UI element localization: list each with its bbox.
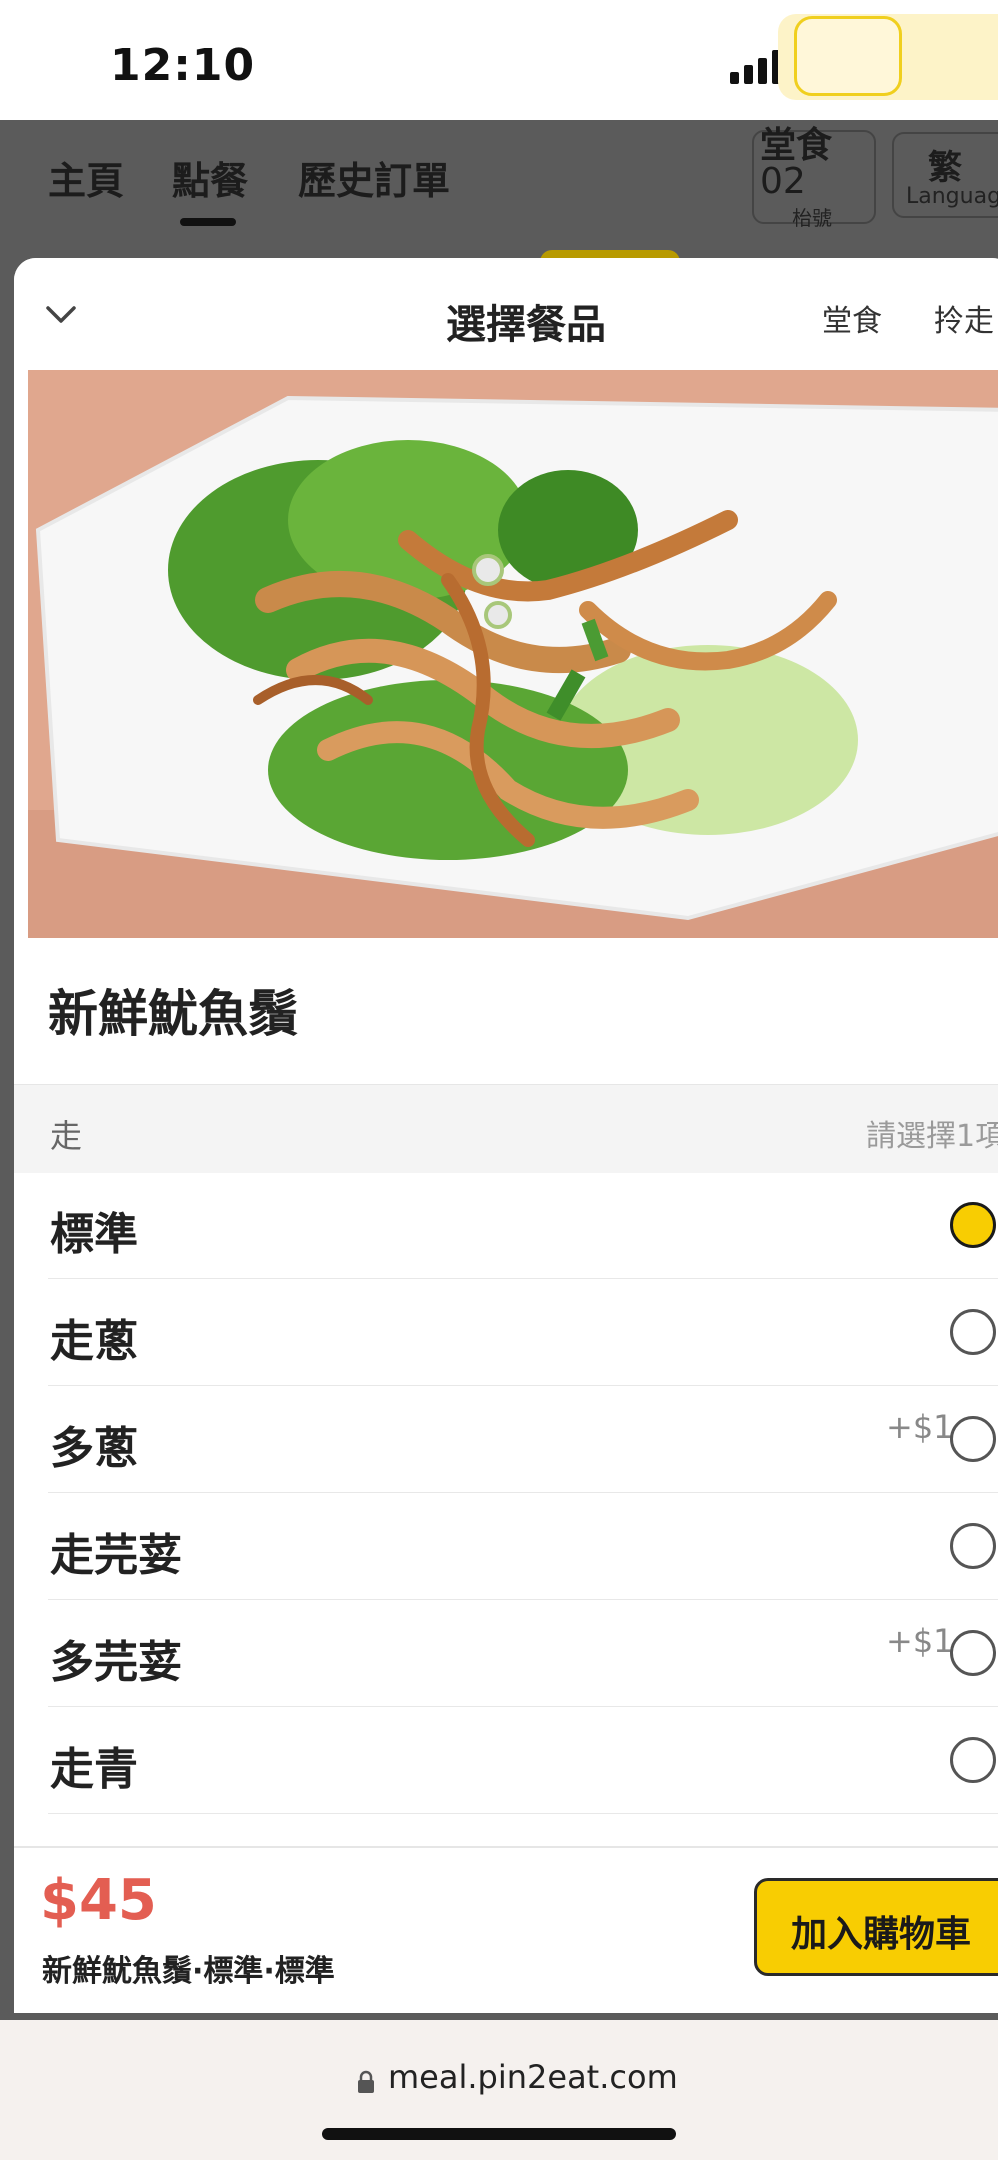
- sheet-title: 選擇餐品: [446, 302, 606, 348]
- home-indicator: [322, 2128, 676, 2140]
- total-price: $45: [40, 1868, 157, 1933]
- radio-button[interactable]: [950, 1737, 996, 1783]
- option-row[interactable]: 多芫荽 +$1: [48, 1600, 998, 1707]
- language-button[interactable]: 繁 Language: [892, 132, 998, 218]
- option-label: 多蔥: [50, 1423, 138, 1474]
- option-price: +$1: [886, 1408, 954, 1446]
- radio-button[interactable]: [950, 1523, 996, 1569]
- status-time: 12:10: [110, 40, 256, 91]
- option-row[interactable]: 多蔥 +$1: [48, 1386, 998, 1493]
- table-label: 枱號: [792, 206, 832, 230]
- table-mode: 堂食: [760, 125, 833, 166]
- option-section-header: 走 請選擇1項: [14, 1084, 998, 1173]
- section-rule: 請選擇1項: [866, 1119, 998, 1154]
- lock-icon: [358, 2070, 374, 2093]
- option-row[interactable]: 走蔥: [48, 1279, 998, 1386]
- checkout-bar: $45 新鮮魷魚鬚·標準·標準 加入購物車: [14, 1846, 998, 2013]
- radio-button[interactable]: [950, 1630, 996, 1676]
- item-sheet: 選擇餐品 新鮮魷魚鬚 走 請選擇1項 標準 走蔥 多蔥 +$1 走芫荽 多芫荽 …: [14, 258, 998, 2013]
- radio-button[interactable]: [950, 1416, 996, 1462]
- mode-dine-in-label: 堂食: [822, 304, 882, 339]
- radio-selected[interactable]: [950, 1202, 996, 1248]
- tab-active-indicator: [180, 218, 236, 226]
- url-text: meal.pin2eat.com: [388, 2058, 678, 2096]
- option-label: 多芫荽: [50, 1637, 182, 1688]
- food-name: 新鮮魷魚鬚: [48, 985, 298, 1043]
- language-label: 繁: [928, 148, 962, 188]
- section-title: 走: [50, 1117, 83, 1155]
- option-row[interactable]: 走青: [48, 1707, 998, 1814]
- add-to-cart-button[interactable]: 加入購物車: [754, 1878, 998, 1976]
- option-label: 走青: [50, 1744, 138, 1795]
- option-label: 走蔥: [50, 1316, 138, 1367]
- table-badge[interactable]: 堂食 02 枱號: [752, 126, 876, 230]
- tab-order[interactable]: 點餐: [172, 150, 248, 205]
- option-label: 標準: [50, 1209, 138, 1260]
- option-price: +$1: [886, 1622, 954, 1660]
- table-number: 02: [760, 161, 806, 202]
- add-to-cart-label: 加入購物車: [791, 1914, 972, 1955]
- chevron-down-icon[interactable]: [44, 298, 78, 332]
- mode-option-dine-in[interactable]: [794, 16, 902, 96]
- selection-summary: 新鮮魷魚鬚·標準·標準: [42, 1954, 335, 1989]
- mode-option-takeaway[interactable]: 拎走: [934, 296, 994, 340]
- radio-button[interactable]: [950, 1309, 996, 1355]
- option-row[interactable]: 走芫荽: [48, 1493, 998, 1600]
- language-sub: Language: [906, 184, 998, 209]
- tab-home[interactable]: 主頁: [48, 150, 124, 205]
- option-label: 走芫荽: [50, 1530, 182, 1581]
- tab-history[interactable]: 歷史訂單: [298, 150, 450, 205]
- signal-icon: [730, 50, 782, 84]
- option-row[interactable]: 標準: [48, 1172, 998, 1279]
- food-image: [28, 370, 998, 938]
